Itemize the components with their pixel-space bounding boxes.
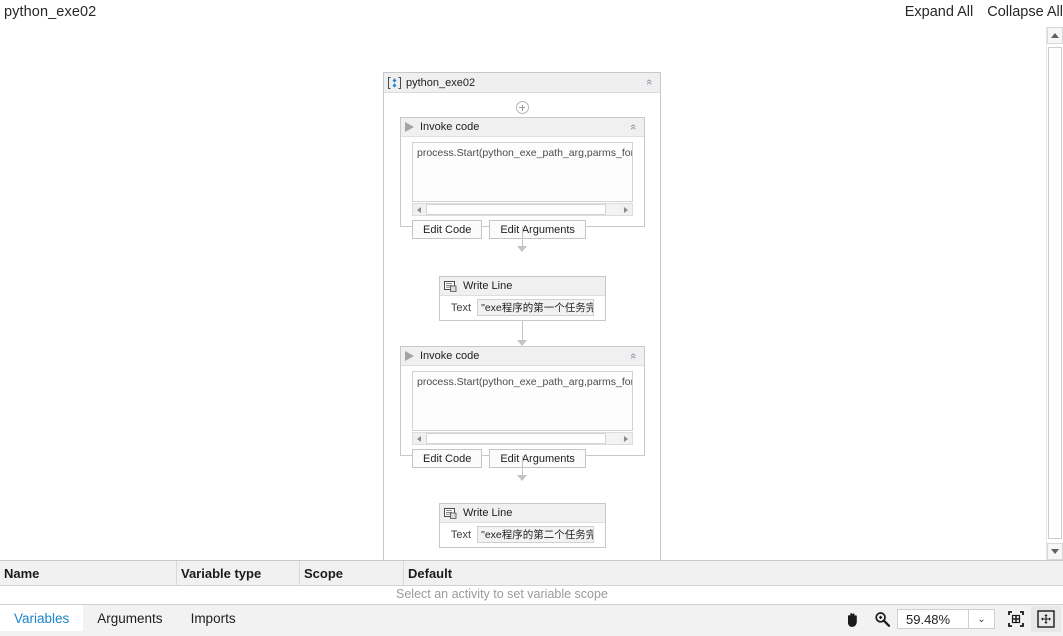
collapse-all-button[interactable]: Collapse All [987, 4, 1063, 20]
column-default[interactable]: Default [404, 561, 604, 585]
designer-canvas[interactable]: python_exe02 « Invoke code « process.Sta… [0, 27, 1047, 560]
write-line-text-row: Text "exe程序的第一个任务完成" [440, 299, 605, 316]
expand-all-button[interactable]: Expand All [905, 4, 974, 20]
text-field-input[interactable]: "exe程序的第二个任务完成" [477, 526, 595, 543]
zoom-controls: 59.48% ⌄ [837, 605, 1061, 633]
sequence-collapse-icon[interactable]: « [643, 76, 655, 88]
scroll-right-arrow-icon[interactable] [620, 433, 632, 444]
activity-header[interactable]: Invoke code « [401, 347, 644, 366]
code-text: process.Start(python_exe_path_arg,parms_… [417, 376, 632, 388]
sequence-container[interactable]: python_exe02 « Invoke code « process.Sta… [383, 72, 661, 560]
activity-invoke-code-2[interactable]: Invoke code « process.Start(python_exe_p… [400, 346, 645, 468]
zoom-level-value[interactable]: 59.48% [897, 609, 969, 629]
activity-title: Write Line [463, 507, 513, 519]
play-icon [405, 122, 414, 132]
activity-invoke-code-1[interactable]: Invoke code « process.Start(python_exe_p… [400, 117, 645, 239]
add-activity-button-top[interactable] [515, 101, 529, 114]
activity-collapse-icon[interactable]: « [627, 121, 639, 133]
write-line-text-row: Text "exe程序的第二个任务完成" [440, 526, 605, 543]
connector-arrow-icon [517, 246, 527, 252]
column-name[interactable]: Name [0, 561, 177, 585]
activity-write-line-1[interactable]: Write Line Text "exe程序的第一个任务完成" [439, 276, 606, 321]
code-editor-box[interactable]: process.Start(python_exe_path_arg,parms_… [412, 142, 633, 202]
activity-header[interactable]: Write Line [440, 504, 605, 523]
vertical-scrollbar-thumb[interactable] [1048, 47, 1062, 539]
variables-empty-hint: Select an activity to set variable scope [396, 587, 608, 601]
edit-arguments-button[interactable]: Edit Arguments [489, 449, 586, 468]
column-variable-type[interactable]: Variable type [177, 561, 300, 585]
scroll-up-arrow-icon[interactable] [1047, 27, 1063, 44]
activity-title: Invoke code [420, 350, 480, 362]
text-field-label: Text [450, 528, 472, 541]
scroll-down-arrow-icon[interactable] [1047, 543, 1063, 560]
text-field-input[interactable]: "exe程序的第一个任务完成" [477, 299, 595, 316]
activity-collapse-icon[interactable]: « [627, 350, 639, 362]
edit-arguments-button[interactable]: Edit Arguments [489, 220, 586, 239]
scroll-left-arrow-icon[interactable] [413, 433, 425, 444]
sequence-body: Invoke code « process.Start(python_exe_p… [384, 93, 660, 560]
invoke-code-buttons: Edit Code Edit Arguments [412, 449, 586, 468]
write-line-icon [444, 280, 457, 292]
sequence-title: python_exe02 [406, 76, 476, 89]
variables-panel: Name Variable type Scope Default Select … [0, 560, 1063, 605]
code-horizontal-scrollbar[interactable] [412, 203, 633, 216]
activity-write-line-2[interactable]: Write Line Text "exe程序的第二个任务完成" [439, 503, 606, 548]
code-text: process.Start(python_exe_path_arg,parms_… [417, 147, 632, 159]
activity-header[interactable]: Write Line [440, 277, 605, 296]
sequence-icon [388, 76, 401, 89]
chevron-down-icon[interactable]: ⌄ [969, 609, 995, 629]
top-bar-actions: Expand All Collapse All [905, 4, 1063, 20]
scrollbar-thumb[interactable] [426, 204, 606, 215]
activity-title: Write Line [463, 280, 513, 292]
write-line-icon [444, 507, 457, 519]
top-bar: python_exe02 Expand All Collapse All [0, 0, 1063, 28]
overview-icon[interactable] [1031, 606, 1061, 632]
pan-hand-icon[interactable] [837, 606, 867, 632]
tab-variables[interactable]: Variables [0, 605, 84, 631]
page-title: python_exe02 [4, 4, 97, 20]
fit-to-screen-icon[interactable] [1001, 606, 1031, 632]
tab-imports[interactable]: Imports [177, 605, 250, 631]
text-field-label: Text [450, 301, 472, 314]
zoom-magnifier-icon[interactable] [867, 606, 897, 632]
scroll-left-arrow-icon[interactable] [413, 204, 425, 215]
edit-code-button[interactable]: Edit Code [412, 220, 483, 239]
workflow-designer-window: python_exe02 Expand All Collapse All pyt… [0, 0, 1063, 636]
tab-arguments[interactable]: Arguments [83, 605, 176, 631]
code-editor-box[interactable]: process.Start(python_exe_path_arg,parms_… [412, 371, 633, 431]
canvas-vertical-scrollbar[interactable] [1046, 27, 1063, 560]
edit-code-button[interactable]: Edit Code [412, 449, 483, 468]
code-horizontal-scrollbar[interactable] [412, 432, 633, 445]
scroll-right-arrow-icon[interactable] [620, 204, 632, 215]
scrollbar-thumb[interactable] [426, 433, 606, 444]
activity-title: Invoke code [420, 121, 480, 133]
add-activity-top-wrap [384, 101, 660, 114]
activity-header[interactable]: Invoke code « [401, 118, 644, 137]
variables-table-header: Name Variable type Scope Default [0, 561, 1063, 586]
column-scope[interactable]: Scope [300, 561, 404, 585]
bottom-tabs: Variables Arguments Imports [0, 605, 250, 631]
status-bar: Variables Arguments Imports 59.48% ⌄ [0, 604, 1063, 636]
connector-arrow-icon [517, 475, 527, 481]
play-icon [405, 351, 414, 361]
invoke-code-buttons: Edit Code Edit Arguments [412, 220, 586, 239]
sequence-header[interactable]: python_exe02 « [384, 73, 660, 93]
